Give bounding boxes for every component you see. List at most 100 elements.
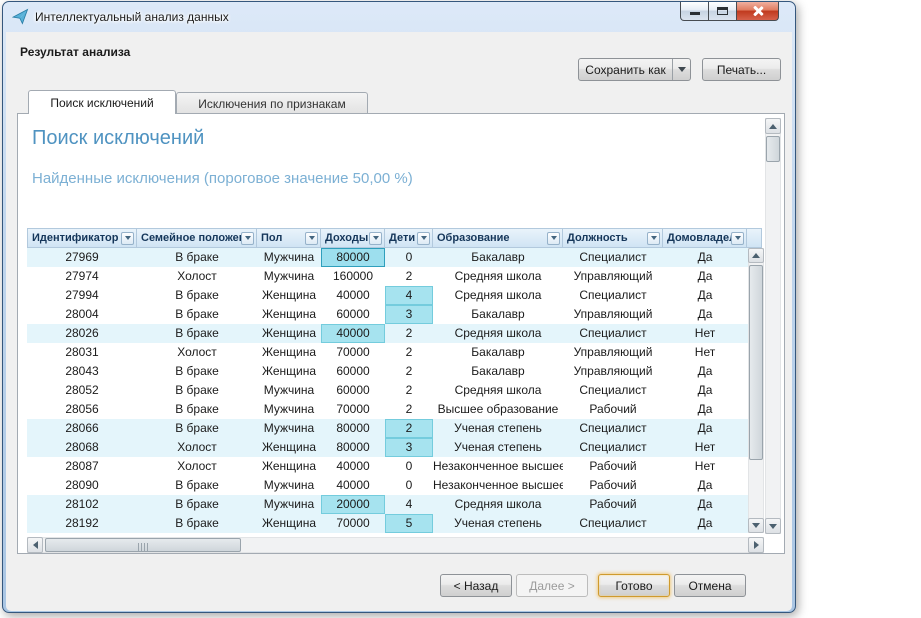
page-vertical-scrollbar[interactable] (765, 118, 781, 534)
page-scrollbar-thumb[interactable] (766, 136, 780, 162)
table-row[interactable]: 27994В бракеЖенщина400004Средняя школаСп… (27, 286, 762, 305)
table-cell[interactable]: 2 (385, 381, 433, 400)
table-cell[interactable]: 3 (385, 305, 433, 324)
table-cell[interactable]: 28102 (27, 495, 137, 514)
table-row[interactable]: 27974ХолостМужчина1600002Средняя школаУп… (27, 267, 762, 286)
table-cell[interactable]: Средняя школа (433, 324, 563, 343)
back-button[interactable]: < Назад (440, 574, 512, 597)
table-cell[interactable]: 60000 (321, 362, 385, 381)
table-cell[interactable]: Управляющий (563, 343, 663, 362)
table-cell[interactable]: 40000 (321, 324, 385, 343)
table-cell[interactable]: Мужчина (257, 476, 321, 495)
table-cell[interactable]: 70000 (321, 514, 385, 533)
table-cell[interactable]: 2 (385, 362, 433, 381)
table-cell[interactable]: 70000 (321, 343, 385, 362)
table-cell[interactable]: Холост (137, 438, 257, 457)
table-cell[interactable]: Мужчина (257, 419, 321, 438)
table-cell[interactable]: Да (663, 286, 747, 305)
table-cell[interactable]: В браке (137, 381, 257, 400)
table-row[interactable]: 28043В бракеЖенщина600002БакалаврУправля… (27, 362, 762, 381)
table-cell[interactable]: Женщина (257, 286, 321, 305)
table-cell[interactable]: В браке (137, 248, 257, 267)
table-scrollbar-thumb[interactable] (749, 265, 763, 460)
filter-dropdown-button[interactable] (369, 232, 382, 245)
column-header[interactable]: Должность (563, 228, 663, 248)
table-cell[interactable]: 70000 (321, 400, 385, 419)
save-as-button[interactable]: Сохранить как (578, 58, 691, 81)
table-cell[interactable]: 28004 (27, 305, 137, 324)
table-row[interactable]: 28087ХолостЖенщина400000Незаконченное вы… (27, 457, 762, 476)
table-cell[interactable]: Холост (137, 343, 257, 362)
table-cell[interactable]: Женщина (257, 457, 321, 476)
table-row[interactable]: 28192В бракеЖенщина700005Ученая степеньС… (27, 514, 762, 533)
table-cell[interactable]: Да (663, 267, 747, 286)
table-cell[interactable]: Холост (137, 457, 257, 476)
horizontal-scrollbar-thumb[interactable] (45, 538, 241, 552)
table-cell[interactable]: Рабочий (563, 476, 663, 495)
table-cell[interactable]: Мужчина (257, 400, 321, 419)
table-cell[interactable]: Ученая степень (433, 419, 563, 438)
print-button[interactable]: Печать... (702, 58, 781, 81)
close-button[interactable] (737, 2, 779, 21)
table-cell[interactable]: Рабочий (563, 495, 663, 514)
table-cell[interactable]: 5 (385, 514, 433, 533)
table-cell[interactable]: Незаконченное высшее (433, 476, 563, 495)
table-cell[interactable]: В браке (137, 514, 257, 533)
column-header[interactable]: Домовладелец (663, 228, 747, 248)
table-cell[interactable]: Мужчина (257, 495, 321, 514)
table-cell[interactable]: В браке (137, 305, 257, 324)
table-cell[interactable]: Бакалавр (433, 248, 563, 267)
table-row[interactable]: 28031ХолостЖенщина700002БакалаврУправляю… (27, 343, 762, 362)
table-cell[interactable]: Управляющий (563, 362, 663, 381)
table-cell[interactable]: Нет (663, 438, 747, 457)
table-cell[interactable]: Незаконченное высшее (433, 457, 563, 476)
table-cell[interactable]: 40000 (321, 476, 385, 495)
table-cell[interactable]: Нет (663, 457, 747, 476)
table-cell[interactable]: 60000 (321, 305, 385, 324)
table-cell[interactable]: Холост (137, 267, 257, 286)
table-row[interactable]: 28026В бракеЖенщина400002Средняя школаСп… (27, 324, 762, 343)
page-scroll-down-button[interactable] (765, 518, 781, 534)
table-cell[interactable]: Управляющий (563, 267, 663, 286)
table-cell[interactable]: В браке (137, 324, 257, 343)
table-cell[interactable]: Нет (663, 343, 747, 362)
table-row[interactable]: 28004В бракеЖенщина600003БакалаврУправля… (27, 305, 762, 324)
table-cell[interactable]: Средняя школа (433, 381, 563, 400)
filter-dropdown-button[interactable] (417, 232, 430, 245)
filter-dropdown-button[interactable] (547, 232, 560, 245)
table-cell[interactable]: 28026 (27, 324, 137, 343)
filter-dropdown-button[interactable] (731, 232, 744, 245)
table-cell[interactable]: В браке (137, 362, 257, 381)
table-cell[interactable]: В браке (137, 419, 257, 438)
table-cell[interactable]: Специалист (563, 381, 663, 400)
finish-button[interactable]: Готово (598, 574, 670, 597)
scroll-right-button[interactable] (748, 537, 764, 553)
table-cell[interactable]: Специалист (563, 438, 663, 457)
table-cell[interactable]: 28031 (27, 343, 137, 362)
table-cell[interactable]: 40000 (321, 286, 385, 305)
table-cell[interactable]: Женщина (257, 438, 321, 457)
table-cell[interactable]: Да (663, 305, 747, 324)
column-header[interactable]: Идентификатор (27, 228, 137, 248)
table-cell[interactable]: 28066 (27, 419, 137, 438)
table-row[interactable]: 28056В бракеМужчина700002Высшее образова… (27, 400, 762, 419)
table-cell[interactable]: Бакалавр (433, 343, 563, 362)
table-cell[interactable]: Женщина (257, 305, 321, 324)
table-cell[interactable]: 28087 (27, 457, 137, 476)
table-cell[interactable]: 80000 (321, 419, 385, 438)
table-cell[interactable]: Женщина (257, 514, 321, 533)
table-cell[interactable]: 20000 (321, 495, 385, 514)
filter-dropdown-button[interactable] (305, 232, 318, 245)
table-cell[interactable]: Управляющий (563, 305, 663, 324)
table-cell[interactable]: 28043 (27, 362, 137, 381)
table-cell[interactable]: 2 (385, 419, 433, 438)
table-cell[interactable]: 3 (385, 438, 433, 457)
filter-dropdown-button[interactable] (121, 232, 134, 245)
table-cell[interactable]: В браке (137, 495, 257, 514)
table-cell[interactable]: 27994 (27, 286, 137, 305)
table-cell[interactable]: Ученая степень (433, 438, 563, 457)
save-as-dropdown[interactable] (672, 59, 690, 80)
table-cell[interactable]: Да (663, 400, 747, 419)
table-cell[interactable]: 27974 (27, 267, 137, 286)
filter-dropdown-button[interactable] (241, 232, 254, 245)
